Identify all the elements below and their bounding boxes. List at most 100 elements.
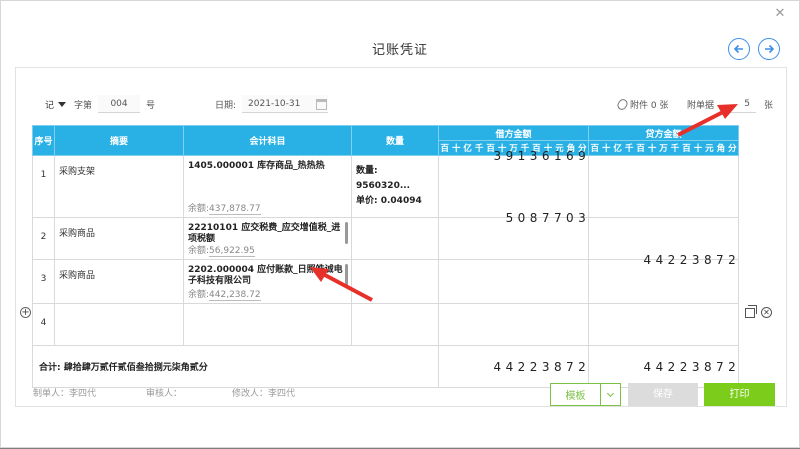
voucher-number-input[interactable]: 004 — [98, 95, 141, 113]
number-suffix: 号 — [146, 100, 156, 111]
delete-row-icon[interactable]: ✕ — [761, 307, 772, 318]
table-row: 4 — [32, 303, 739, 346]
voucher-table: 序号 摘要 会计科目 数量 借方金额 贷方金额 百十亿千百十万千百十元角分 百十… — [32, 125, 739, 388]
auditor-label: 审核人： — [146, 389, 183, 399]
credit-amount-cell[interactable] — [588, 155, 739, 218]
doc-count-label: 附单据 — [687, 100, 715, 111]
template-button-label: 模板 — [565, 391, 586, 402]
voucher-type-group: 记 字第 004 号 — [43, 95, 155, 113]
credit-digit-header: 百十亿千百十万千百十元角分 — [588, 140, 739, 156]
col-header-account: 会计科目 — [183, 125, 352, 156]
voucher-type-value: 记 — [45, 100, 55, 111]
amount-digits: 5087703 — [505, 211, 586, 225]
table-row: 2 采购商品 22210101 应交税费_应交增值税_进项税额 余额:56,922.… — [32, 211, 739, 260]
total-credit-cell[interactable]: 44223872 — [588, 345, 739, 388]
digit-label: 万 — [659, 144, 668, 154]
template-button[interactable]: 模板 — [550, 383, 621, 406]
account-name: 22210101 应交税费_应交增值税_进项税额 — [188, 223, 341, 244]
debit-amount-cell[interactable]: 39136169 — [438, 149, 589, 218]
add-row-icon[interactable]: + — [20, 307, 31, 318]
page-title: 记账凭证 — [371, 43, 428, 58]
col-header-summary: 摘要 — [54, 125, 184, 156]
summary-cell[interactable]: 采购商品 — [54, 259, 184, 304]
cell-scrollbar[interactable] — [345, 222, 348, 244]
total-row: 合计: 肆拾肆万贰仟贰佰叁拾捌元柒角贰分 4 4 2 2 3 8 7 2 4 4 2 2 3 8 7 2 — [32, 345, 739, 388]
account-name: 2202.000004 应付账款_日照皓诚电子科技有限公司 — [188, 265, 343, 286]
col-header-credit: 贷方金额 — [588, 125, 739, 141]
total-debit-cell[interactable]: 44223872 — [438, 345, 589, 388]
digit-label: 分 — [728, 144, 737, 154]
digit-label: 千 — [624, 144, 634, 154]
qty-cell[interactable] — [351, 303, 439, 346]
summary-cell[interactable] — [54, 303, 184, 346]
attachment-link[interactable]: 附件 0 张 — [615, 95, 669, 113]
summary-cell[interactable]: 采购支架 — [54, 155, 184, 218]
debit-amount-cell[interactable] — [438, 303, 589, 346]
doc-count-group: 附单据 5 张 — [687, 95, 773, 113]
digit-label: 百 — [682, 144, 691, 154]
digit-label: 角 — [716, 144, 726, 154]
arrow-left-icon — [733, 44, 743, 54]
unit-price-value: 单价: 0.04094 — [356, 196, 422, 206]
row-index: 4 — [32, 303, 55, 346]
print-button[interactable]: 打印 — [704, 383, 775, 406]
qty-cell[interactable] — [351, 259, 439, 304]
digit-label: 元 — [705, 144, 714, 154]
cell-scrollbar[interactable] — [345, 264, 348, 286]
digit-label: 十 — [693, 144, 703, 154]
prev-voucher-button[interactable] — [728, 38, 750, 60]
amount-digits: 44223872 — [643, 359, 736, 374]
template-dropdown[interactable] — [600, 384, 620, 405]
close-icon[interactable]: ✕ — [773, 7, 787, 21]
paperclip-icon — [615, 96, 630, 112]
digit-label: 亿 — [613, 144, 622, 154]
amount-digits: 44223872 — [643, 253, 736, 267]
calendar-icon[interactable] — [316, 98, 328, 110]
table-row: 3 采购商品 2202.000004 应付账款_日照皓诚电子科技有限公司 余额:44… — [32, 253, 739, 304]
footer-meta: 制单人：李四代 审核人： 修改人：李四代 — [33, 386, 345, 399]
col-header-seq: 序号 — [32, 125, 55, 156]
credit-amount-cell[interactable] — [588, 303, 739, 346]
row-index: 3 — [32, 259, 55, 304]
qty-cell[interactable]: 数量: 9560320... 单价: 0.04094 — [351, 155, 439, 218]
doc-count-input[interactable]: 5 — [720, 95, 757, 113]
doc-count-unit: 张 — [764, 100, 774, 111]
amount-digits: 39136169 — [493, 149, 586, 163]
credit-amount-cell[interactable]: 44223872 — [588, 253, 739, 304]
modifier-label: 修改人：李四代 — [232, 389, 296, 399]
date-value: 2021-10-31 — [248, 99, 301, 109]
digit-label: 亿 — [463, 144, 472, 154]
qty-cell[interactable] — [351, 217, 439, 260]
attachment-label: 附件 0 张 — [630, 100, 669, 111]
digit-label: 百 — [590, 144, 599, 154]
total-label: 合计: 肆拾肆万贰仟贰佰叁拾捌元柒角贰分 — [32, 345, 439, 388]
digit-label: 十 — [647, 144, 657, 154]
amount-digits: 44223872 — [493, 359, 586, 374]
qty-value: 数量: 9560320... — [356, 166, 411, 191]
arrow-right-icon — [765, 44, 775, 54]
maker-label: 制单人：李四代 — [33, 389, 97, 399]
account-balance: 余额:442,238.72 — [188, 290, 261, 301]
next-voucher-button[interactable] — [758, 38, 780, 60]
col-header-qty: 数量 — [351, 125, 439, 156]
caret-down-icon — [58, 101, 67, 107]
digit-label: 千 — [474, 144, 484, 154]
save-button[interactable]: 保存 — [628, 383, 698, 406]
account-cell[interactable]: 2202.000004 应付账款_日照皓诚电子科技有限公司 余额:442,238… — [183, 259, 352, 304]
digit-label: 千 — [670, 144, 680, 154]
digit-label: 十 — [601, 144, 611, 154]
debit-amount-cell[interactable] — [438, 259, 589, 304]
account-name: 1405.000001 库存商品_热热热 — [188, 161, 325, 171]
digit-label: 十 — [451, 144, 461, 154]
voucher-type-select[interactable]: 记 — [43, 95, 68, 113]
word-label: 字第 — [74, 100, 93, 111]
account-cell[interactable] — [183, 303, 352, 346]
debit-amount-cell[interactable]: 5087703 — [438, 211, 589, 260]
row-index: 1 — [32, 155, 55, 218]
copy-row-icon[interactable] — [745, 305, 757, 318]
account-cell[interactable]: 1405.000001 库存商品_热热热 余额:437,878.77 — [183, 155, 352, 218]
table-row: 1 采购支架 1405.000001 库存商品_热热热 余额:437,878.77 … — [32, 149, 739, 218]
row-index: 2 — [32, 217, 55, 260]
summary-cell[interactable]: 采购商品 — [54, 217, 184, 260]
account-cell[interactable]: 22210101 应交税费_应交增值税_进项税额 余额:56,922.95 — [183, 217, 352, 260]
